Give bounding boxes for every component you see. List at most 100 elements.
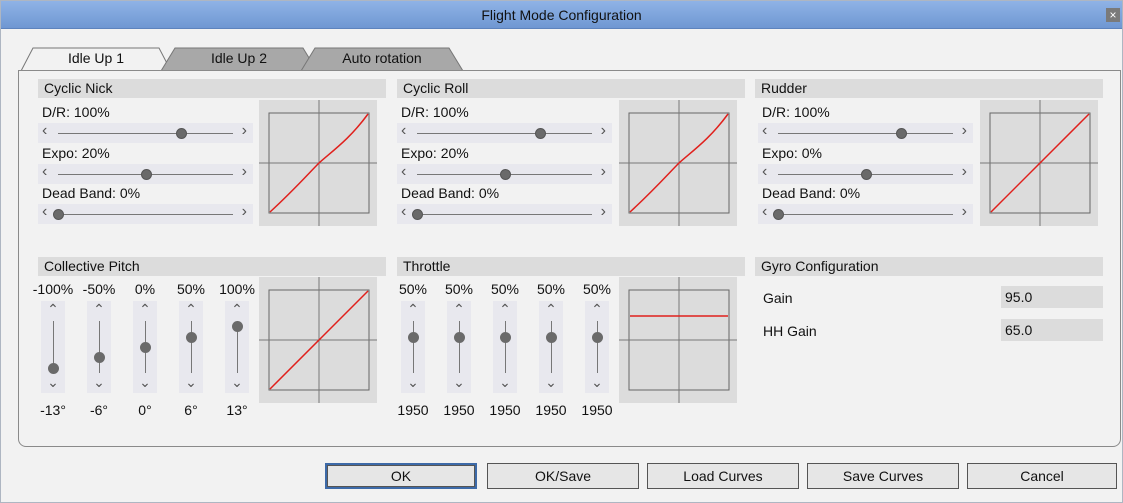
close-icon[interactable]: × — [1106, 8, 1120, 22]
slider-knob[interactable] — [140, 169, 152, 180]
point-vertical-slider[interactable]: ⌃ ⌄ — [539, 301, 563, 393]
slider-knob[interactable] — [412, 209, 423, 220]
tab-auto-rotation[interactable]: Auto rotation — [301, 47, 463, 72]
cyclic-roll-dr-slider[interactable]: ‹ › — [397, 122, 612, 143]
slider-knob[interactable] — [534, 128, 546, 139]
ok-button[interactable]: OK — [325, 463, 477, 489]
chevron-left-icon[interactable]: ‹ — [42, 163, 47, 181]
chevron-down-icon[interactable]: ⌄ — [447, 374, 471, 391]
gyro-hh-gain-field[interactable]: 65.0 — [1001, 319, 1103, 341]
cyclic-nick-expo-slider[interactable]: ‹ › — [38, 163, 253, 184]
chevron-right-icon[interactable]: › — [962, 163, 967, 181]
chevron-left-icon[interactable]: ‹ — [762, 163, 767, 181]
slider-track — [58, 214, 233, 215]
chevron-left-icon[interactable]: ‹ — [401, 122, 406, 140]
slider-knob[interactable] — [773, 209, 784, 220]
cyclic-roll-deadband-label: Dead Band: 0% — [401, 185, 500, 201]
slider-knob[interactable] — [500, 331, 511, 343]
chevron-down-icon[interactable]: ⌄ — [539, 374, 563, 391]
tab-idle-up-1[interactable]: Idle Up 1 — [21, 47, 171, 72]
chevron-right-icon[interactable]: › — [601, 122, 606, 140]
chevron-left-icon[interactable]: ‹ — [401, 163, 406, 181]
cyclic-nick-dr-slider[interactable]: ‹ › — [38, 122, 253, 143]
chevron-up-icon[interactable]: ⌃ — [41, 301, 65, 318]
chevron-left-icon[interactable]: ‹ — [42, 122, 47, 140]
chevron-right-icon[interactable]: › — [962, 203, 967, 221]
chevron-right-icon[interactable]: › — [601, 203, 606, 221]
slider-knob[interactable] — [186, 331, 197, 343]
chevron-down-icon[interactable]: ⌄ — [585, 374, 609, 391]
gyro-gain-field[interactable]: 95.0 — [1001, 286, 1103, 308]
ok-save-button[interactable]: OK/Save — [487, 463, 639, 489]
gyro-hh-gain-label: HH Gain — [763, 323, 817, 339]
load-curves-button[interactable]: Load Curves — [647, 463, 799, 489]
chevron-up-icon[interactable]: ⌃ — [401, 301, 425, 318]
slider-knob[interactable] — [454, 331, 465, 343]
slider-knob[interactable] — [408, 331, 419, 343]
point-vertical-slider[interactable]: ⌃ ⌄ — [87, 301, 111, 393]
point-bottom-label: 1950 — [581, 402, 613, 418]
chevron-up-icon[interactable]: ⌃ — [447, 301, 471, 318]
chevron-down-icon[interactable]: ⌄ — [401, 374, 425, 391]
slider-knob[interactable] — [140, 342, 151, 353]
chevron-left-icon[interactable]: ‹ — [401, 203, 406, 221]
chevron-down-icon[interactable]: ⌄ — [133, 374, 157, 391]
chevron-down-icon[interactable]: ⌄ — [493, 374, 517, 391]
rudder-expo-slider[interactable]: ‹ › — [758, 163, 973, 184]
point-bottom-label: 6° — [184, 402, 198, 418]
slider-knob[interactable] — [895, 128, 907, 139]
point-vertical-slider[interactable]: ⌃ ⌄ — [41, 301, 65, 393]
point-vertical-slider[interactable]: ⌃ ⌄ — [401, 301, 425, 393]
chevron-left-icon[interactable]: ‹ — [762, 203, 767, 221]
cyclic-nick-deadband-slider[interactable]: ‹ › — [38, 203, 253, 224]
rudder-dr-label: D/R: 100% — [762, 104, 830, 120]
chevron-down-icon[interactable]: ⌄ — [179, 374, 203, 391]
point-vertical-slider[interactable]: ⌃ ⌄ — [225, 301, 249, 393]
tab-label: Idle Up 1 — [67, 50, 125, 66]
point-vertical-slider[interactable]: ⌃ ⌄ — [447, 301, 471, 393]
chevron-left-icon[interactable]: ‹ — [762, 122, 767, 140]
point-bottom-label: 1950 — [443, 402, 475, 418]
cyclic-roll-expo-slider[interactable]: ‹ › — [397, 163, 612, 184]
point-vertical-slider[interactable]: ⌃ ⌄ — [179, 301, 203, 393]
chevron-up-icon[interactable]: ⌃ — [87, 301, 111, 318]
title-bar[interactable]: Flight Mode Configuration × — [1, 1, 1122, 29]
rudder-dr-slider[interactable]: ‹ › — [758, 122, 973, 143]
point-vertical-slider[interactable]: ⌃ ⌄ — [585, 301, 609, 393]
save-curves-button[interactable]: Save Curves — [807, 463, 959, 489]
chevron-right-icon[interactable]: › — [962, 122, 967, 140]
point-vertical-slider[interactable]: ⌃ ⌄ — [493, 301, 517, 393]
chevron-up-icon[interactable]: ⌃ — [539, 301, 563, 318]
chevron-right-icon[interactable]: › — [601, 163, 606, 181]
slider-knob[interactable] — [53, 209, 64, 220]
slider-knob[interactable] — [546, 331, 557, 343]
chevron-up-icon[interactable]: ⌃ — [585, 301, 609, 318]
slider-knob[interactable] — [592, 331, 603, 343]
slider-knob[interactable] — [48, 362, 59, 374]
rudder-expo-label: Expo: 0% — [762, 145, 822, 161]
slider-knob[interactable] — [94, 352, 105, 364]
chevron-down-icon[interactable]: ⌄ — [87, 374, 111, 391]
slider-knob[interactable] — [499, 169, 511, 180]
chevron-left-icon[interactable]: ‹ — [42, 203, 47, 221]
chevron-up-icon[interactable]: ⌃ — [133, 301, 157, 318]
tab-label: Idle Up 2 — [210, 50, 268, 66]
tab-idle-up-2[interactable]: Idle Up 2 — [161, 47, 317, 72]
slider-track — [551, 321, 552, 373]
chevron-down-icon[interactable]: ⌄ — [225, 374, 249, 391]
point-vertical-slider[interactable]: ⌃ ⌄ — [133, 301, 157, 393]
chevron-up-icon[interactable]: ⌃ — [225, 301, 249, 318]
chevron-down-icon[interactable]: ⌄ — [41, 374, 65, 391]
rudder-deadband-slider[interactable]: ‹ › — [758, 203, 973, 224]
chevron-right-icon[interactable]: › — [242, 163, 247, 181]
cyclic-nick-dr-label: D/R: 100% — [42, 104, 110, 120]
slider-knob[interactable] — [232, 321, 243, 333]
slider-knob[interactable] — [860, 169, 872, 180]
slider-knob[interactable] — [175, 128, 187, 139]
chevron-up-icon[interactable]: ⌃ — [179, 301, 203, 318]
chevron-up-icon[interactable]: ⌃ — [493, 301, 517, 318]
chevron-right-icon[interactable]: › — [242, 203, 247, 221]
cancel-button[interactable]: Cancel — [967, 463, 1117, 489]
cyclic-roll-deadband-slider[interactable]: ‹ › — [397, 203, 612, 224]
chevron-right-icon[interactable]: › — [242, 122, 247, 140]
